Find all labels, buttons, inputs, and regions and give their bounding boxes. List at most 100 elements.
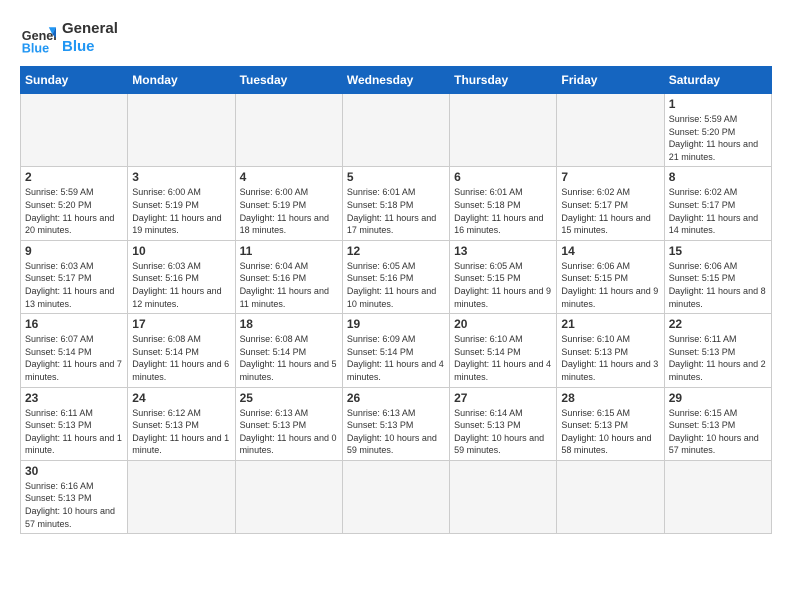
day-info: Sunrise: 6:05 AM Sunset: 5:15 PM Dayligh… [454, 260, 552, 310]
day-cell [342, 94, 449, 167]
day-info: Sunrise: 6:02 AM Sunset: 5:17 PM Dayligh… [561, 186, 659, 236]
day-number: 28 [561, 391, 659, 405]
day-cell: 13 Sunrise: 6:05 AM Sunset: 5:15 PM Dayli… [450, 240, 557, 313]
day-cell: 4 Sunrise: 6:00 AM Sunset: 5:19 PM Daylig… [235, 167, 342, 240]
logo-general-text: General [62, 20, 118, 38]
day-info: Sunrise: 6:16 AM Sunset: 5:13 PM Dayligh… [25, 480, 123, 530]
day-cell: 7 Sunrise: 6:02 AM Sunset: 5:17 PM Daylig… [557, 167, 664, 240]
day-cell: 18Sunrise: 6:08 AM Sunset: 5:14 PM Dayli… [235, 314, 342, 387]
day-info: Sunrise: 6:00 AM Sunset: 5:19 PM Dayligh… [132, 186, 230, 236]
day-info: Sunrise: 6:05 AM Sunset: 5:16 PM Dayligh… [347, 260, 445, 310]
day-cell: 29 Sunrise: 6:15 AM Sunset: 5:13 PM Dayli… [664, 387, 771, 460]
logo-icon: General Blue [20, 20, 56, 56]
day-info: Sunrise: 6:00 AM Sunset: 5:19 PM Dayligh… [240, 186, 338, 236]
day-cell: 28 Sunrise: 6:15 AM Sunset: 5:13 PM Dayli… [557, 387, 664, 460]
day-number: 12 [347, 244, 445, 258]
day-cell: 12 Sunrise: 6:05 AM Sunset: 5:16 PM Dayli… [342, 240, 449, 313]
day-number: 25 [240, 391, 338, 405]
day-cell: 8Sunrise: 6:02 AM Sunset: 5:17 PM Daylig… [664, 167, 771, 240]
weekday-monday: Monday [128, 67, 235, 94]
day-number: 15 [669, 244, 767, 258]
week-row-2: 2Sunrise: 5:59 AM Sunset: 5:20 PM Daylig… [21, 167, 772, 240]
day-number: 26 [347, 391, 445, 405]
day-number: 17 [132, 317, 230, 331]
day-info: Sunrise: 6:15 AM Sunset: 5:13 PM Dayligh… [669, 407, 767, 457]
day-cell: 10 Sunrise: 6:03 AM Sunset: 5:16 PM Dayli… [128, 240, 235, 313]
day-info: Sunrise: 6:10 AM Sunset: 5:13 PM Dayligh… [561, 333, 659, 383]
day-info: Sunrise: 6:14 AM Sunset: 5:13 PM Dayligh… [454, 407, 552, 457]
day-number: 16 [25, 317, 123, 331]
day-number: 9 [25, 244, 123, 258]
day-cell: 1 Sunrise: 5:59 AM Sunset: 5:20 PM Daylig… [664, 94, 771, 167]
day-info: Sunrise: 6:01 AM Sunset: 5:18 PM Dayligh… [454, 186, 552, 236]
day-number: 8 [669, 170, 767, 184]
day-cell: 30 Sunrise: 6:16 AM Sunset: 5:13 PM Dayli… [21, 460, 128, 533]
week-row-6: 30 Sunrise: 6:16 AM Sunset: 5:13 PM Dayli… [21, 460, 772, 533]
day-cell: 22 Sunrise: 6:11 AM Sunset: 5:13 PM Dayli… [664, 314, 771, 387]
day-cell [450, 94, 557, 167]
day-info: Sunrise: 6:03 AM Sunset: 5:16 PM Dayligh… [132, 260, 230, 310]
day-number: 5 [347, 170, 445, 184]
day-cell [342, 460, 449, 533]
svg-text:Blue: Blue [22, 41, 49, 55]
day-number: 24 [132, 391, 230, 405]
day-number: 13 [454, 244, 552, 258]
logo: General Blue General Blue [20, 20, 118, 56]
day-number: 11 [240, 244, 338, 258]
day-number: 14 [561, 244, 659, 258]
day-cell: 3Sunrise: 6:00 AM Sunset: 5:19 PM Daylig… [128, 167, 235, 240]
weekday-tuesday: Tuesday [235, 67, 342, 94]
week-row-1: 1 Sunrise: 5:59 AM Sunset: 5:20 PM Daylig… [21, 94, 772, 167]
day-number: 2 [25, 170, 123, 184]
day-cell: 11 Sunrise: 6:04 AM Sunset: 5:16 PM Dayli… [235, 240, 342, 313]
calendar: SundayMondayTuesdayWednesdayThursdayFrid… [20, 66, 772, 534]
day-number: 1 [669, 97, 767, 111]
day-cell: 16Sunrise: 6:07 AM Sunset: 5:14 PM Dayli… [21, 314, 128, 387]
day-info: Sunrise: 6:04 AM Sunset: 5:16 PM Dayligh… [240, 260, 338, 310]
page: General Blue General Blue SundayMondayTu… [0, 0, 792, 544]
weekday-sunday: Sunday [21, 67, 128, 94]
day-cell: 17 Sunrise: 6:08 AM Sunset: 5:14 PM Dayli… [128, 314, 235, 387]
day-info: Sunrise: 6:12 AM Sunset: 5:13 PM Dayligh… [132, 407, 230, 457]
day-info: Sunrise: 6:15 AM Sunset: 5:13 PM Dayligh… [561, 407, 659, 457]
day-cell: 24 Sunrise: 6:12 AM Sunset: 5:13 PM Dayli… [128, 387, 235, 460]
day-cell: 27 Sunrise: 6:14 AM Sunset: 5:13 PM Dayli… [450, 387, 557, 460]
day-number: 27 [454, 391, 552, 405]
day-cell: 2Sunrise: 5:59 AM Sunset: 5:20 PM Daylig… [21, 167, 128, 240]
day-cell: 14Sunrise: 6:06 AM Sunset: 5:15 PM Dayli… [557, 240, 664, 313]
day-number: 30 [25, 464, 123, 478]
week-row-3: 9 Sunrise: 6:03 AM Sunset: 5:17 PM Daylig… [21, 240, 772, 313]
day-number: 23 [25, 391, 123, 405]
day-info: Sunrise: 6:08 AM Sunset: 5:14 PM Dayligh… [240, 333, 338, 383]
day-cell: 5 Sunrise: 6:01 AM Sunset: 5:18 PM Daylig… [342, 167, 449, 240]
logo-blue-text: Blue [62, 38, 118, 56]
day-info: Sunrise: 6:03 AM Sunset: 5:17 PM Dayligh… [25, 260, 123, 310]
day-cell [664, 460, 771, 533]
week-row-4: 16Sunrise: 6:07 AM Sunset: 5:14 PM Dayli… [21, 314, 772, 387]
day-cell: 23Sunrise: 6:11 AM Sunset: 5:13 PM Dayli… [21, 387, 128, 460]
day-number: 10 [132, 244, 230, 258]
day-info: Sunrise: 5:59 AM Sunset: 5:20 PM Dayligh… [669, 113, 767, 163]
day-number: 19 [347, 317, 445, 331]
day-info: Sunrise: 6:13 AM Sunset: 5:13 PM Dayligh… [240, 407, 338, 457]
day-cell: 19Sunrise: 6:09 AM Sunset: 5:14 PM Dayli… [342, 314, 449, 387]
day-info: Sunrise: 6:01 AM Sunset: 5:18 PM Dayligh… [347, 186, 445, 236]
day-number: 4 [240, 170, 338, 184]
day-cell [235, 94, 342, 167]
day-cell [557, 460, 664, 533]
day-number: 7 [561, 170, 659, 184]
day-cell: 25 Sunrise: 6:13 AM Sunset: 5:13 PM Dayli… [235, 387, 342, 460]
day-cell: 26 Sunrise: 6:13 AM Sunset: 5:13 PM Dayli… [342, 387, 449, 460]
day-cell [235, 460, 342, 533]
day-cell: 20Sunrise: 6:10 AM Sunset: 5:14 PM Dayli… [450, 314, 557, 387]
day-cell [128, 94, 235, 167]
day-info: Sunrise: 6:13 AM Sunset: 5:13 PM Dayligh… [347, 407, 445, 457]
day-cell: 6Sunrise: 6:01 AM Sunset: 5:18 PM Daylig… [450, 167, 557, 240]
day-info: Sunrise: 6:11 AM Sunset: 5:13 PM Dayligh… [669, 333, 767, 383]
day-cell [128, 460, 235, 533]
day-cell: 9 Sunrise: 6:03 AM Sunset: 5:17 PM Daylig… [21, 240, 128, 313]
day-number: 22 [669, 317, 767, 331]
day-info: Sunrise: 6:06 AM Sunset: 5:15 PM Dayligh… [669, 260, 767, 310]
day-number: 29 [669, 391, 767, 405]
day-info: Sunrise: 6:08 AM Sunset: 5:14 PM Dayligh… [132, 333, 230, 383]
